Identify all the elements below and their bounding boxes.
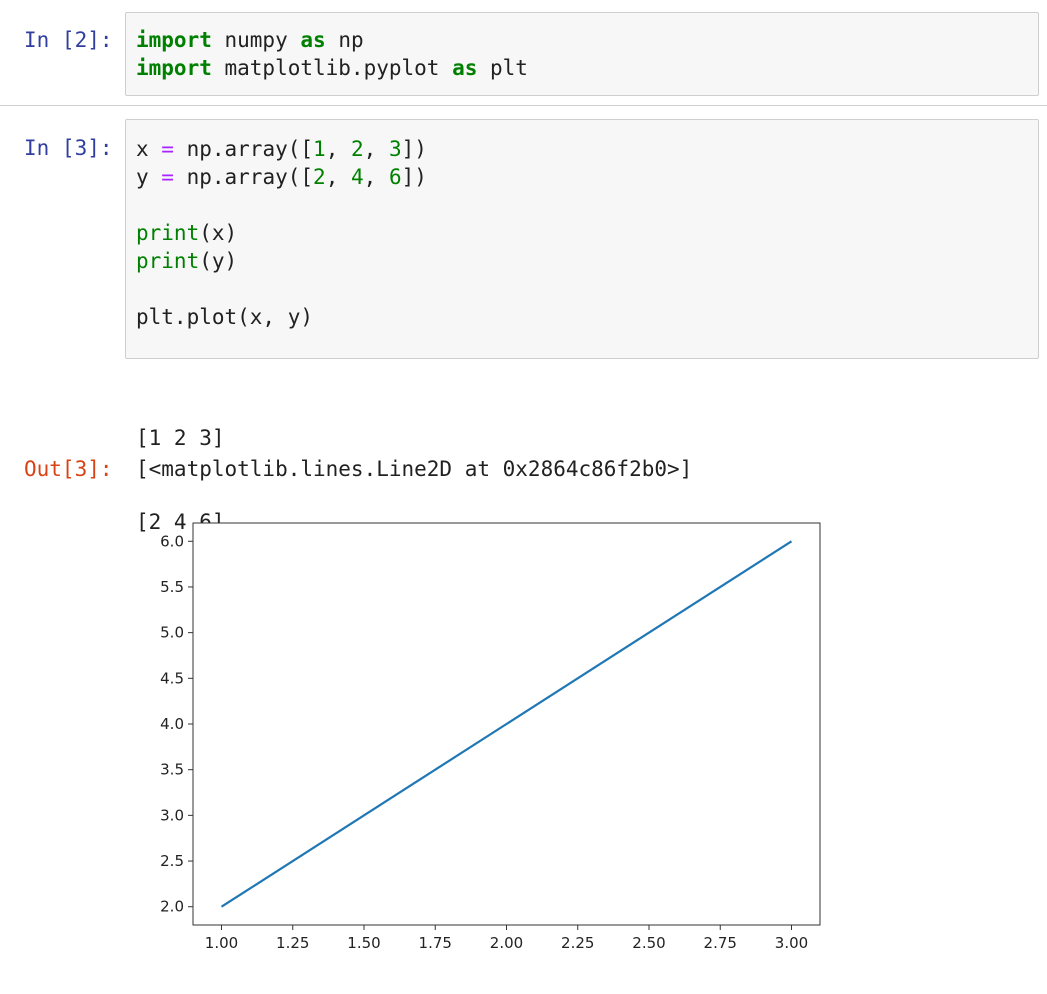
code-line: import numpy as np xyxy=(136,26,1028,54)
code-token: , xyxy=(363,137,389,161)
code-token: , xyxy=(325,165,351,189)
code-token: 4 xyxy=(350,165,364,189)
x-tick-label: 3.00 xyxy=(775,934,808,952)
y-tick-label: 5.5 xyxy=(160,578,184,596)
code-line: x = np.array([1, 2, 3]) xyxy=(136,135,1028,163)
y-tick-label: 3.0 xyxy=(160,806,184,824)
code-line: import matplotlib.pyplot as plt xyxy=(136,54,1028,82)
code-cell-input[interactable]: import numpy as np import matplotlib.pypl… xyxy=(125,12,1039,96)
code-token: (x) xyxy=(199,221,238,245)
x-tick-label: 1.25 xyxy=(276,934,309,952)
code-token: 6 xyxy=(388,165,402,189)
x-tick-label: 2.00 xyxy=(490,934,523,952)
x-tick-label: 2.25 xyxy=(561,934,594,952)
code-line: plt.plot(x, y) xyxy=(136,303,1028,331)
x-tick-label: 2.75 xyxy=(704,934,737,952)
input-prompt-cell-3: In [3]: xyxy=(24,136,113,160)
y-tick-label: 5.0 xyxy=(160,624,184,642)
code-token: plt.plot(x, y) xyxy=(136,305,314,329)
y-tick-label: 2.0 xyxy=(160,898,184,916)
code-token: print xyxy=(136,249,200,273)
x-tick-label: 2.50 xyxy=(632,934,665,952)
code-token: x xyxy=(136,137,162,161)
code-token: ]) xyxy=(401,165,427,189)
code-token: , xyxy=(363,165,389,189)
output-prompt-cell-3: Out[3]: xyxy=(24,457,113,481)
code-token: numpy xyxy=(211,28,301,52)
output-repr-text: [<matplotlib.lines.Line2D at 0x2864c86f2… xyxy=(136,457,693,481)
code-token: 1 xyxy=(313,137,326,161)
code-token: 2 xyxy=(313,165,326,189)
y-tick-label: 4.5 xyxy=(160,669,184,687)
y-tick-label: 4.0 xyxy=(160,715,184,733)
code-token: plt xyxy=(477,56,528,80)
code-token: matplotlib.pyplot xyxy=(211,56,453,80)
code-token: 3 xyxy=(388,137,402,161)
code-token: as xyxy=(300,28,326,52)
code-token: 2 xyxy=(350,137,364,161)
x-tick-label: 1.00 xyxy=(205,934,238,952)
code-line: print(x) xyxy=(136,219,1028,247)
line-plot: 1.00 1.25 1.50 1.75 2.00 2.25 2.50 2.75 3.00 2.0 2… xyxy=(160,522,821,952)
code-token: np.array([ xyxy=(173,137,314,161)
code-token: = xyxy=(161,137,174,161)
cell-divider xyxy=(0,105,1047,106)
y-tick-label: 6.0 xyxy=(160,532,184,550)
code-token: np xyxy=(325,28,364,52)
code-line: y = np.array([2, 4, 6]) xyxy=(136,163,1028,191)
code-line: print(y) xyxy=(136,247,1028,275)
code-token: = xyxy=(161,165,174,189)
code-token: import xyxy=(136,28,212,52)
stdout-line: [1 2 3] xyxy=(136,426,225,450)
x-tick-label: 1.75 xyxy=(419,934,452,952)
code-token: print xyxy=(136,221,200,245)
y-tick-label: 2.5 xyxy=(160,852,184,870)
code-token: as xyxy=(452,56,478,80)
input-prompt-cell-2: In [2]: xyxy=(24,28,113,52)
code-token: import xyxy=(136,56,212,80)
code-token: ]) xyxy=(401,137,427,161)
x-tick-label: 1.50 xyxy=(347,934,380,952)
code-cell-input[interactable]: x = np.array([1, 2, 3]) y = np.array([2, … xyxy=(125,119,1039,359)
code-token: y xyxy=(136,165,162,189)
code-token: np.array([ xyxy=(173,165,314,189)
code-token: (y) xyxy=(199,249,238,273)
y-tick-label: 3.5 xyxy=(160,761,184,779)
code-token: , xyxy=(325,137,351,161)
